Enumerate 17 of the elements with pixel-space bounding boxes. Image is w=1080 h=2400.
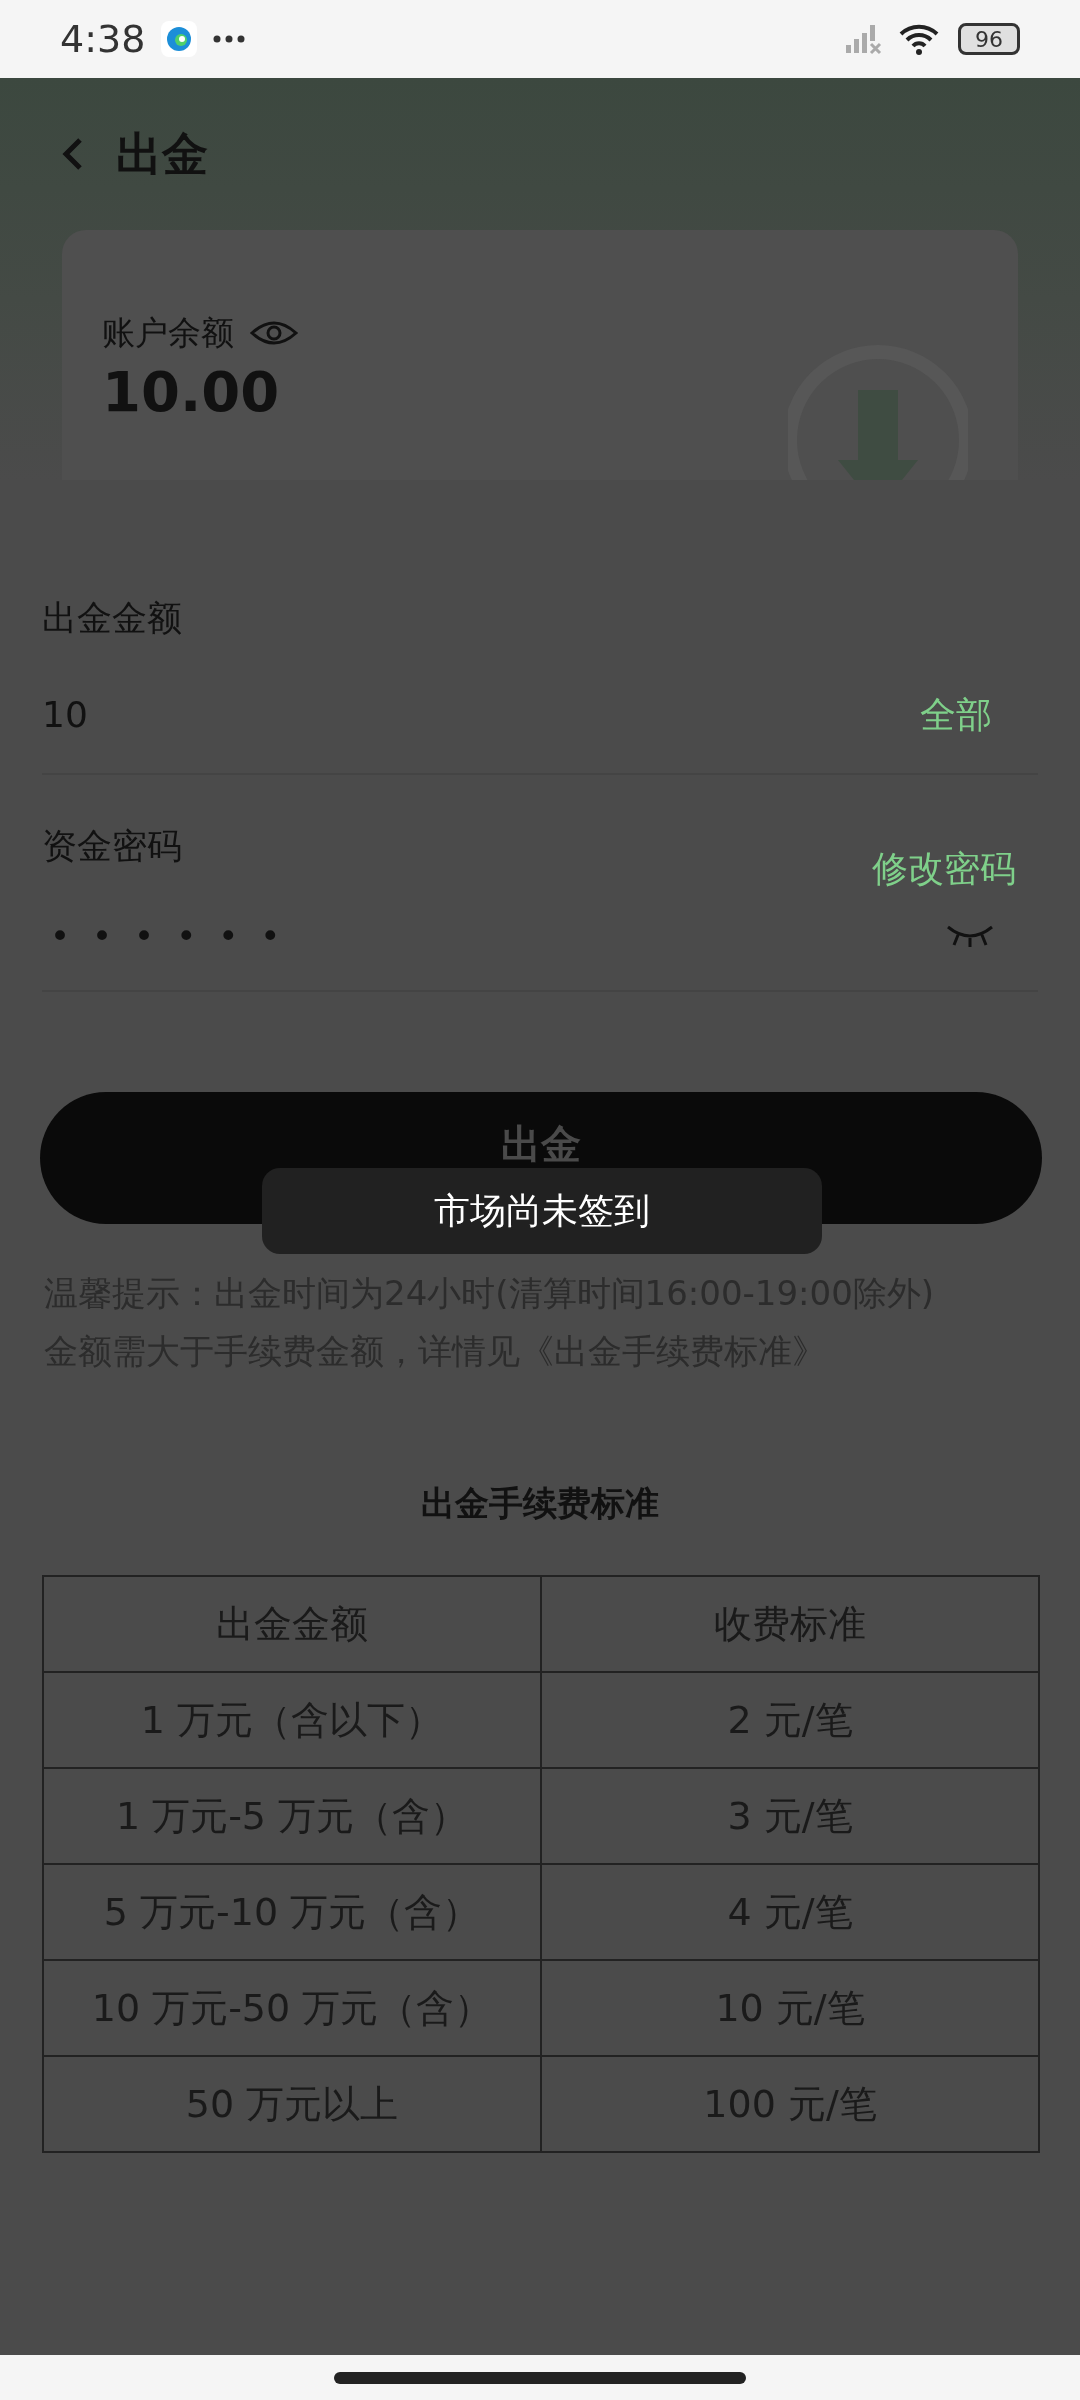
page-title: 出金: [116, 125, 208, 183]
field-label: 资金密码: [42, 824, 182, 868]
change-password-link[interactable]: 修改密码: [872, 842, 1016, 896]
all-link[interactable]: 全部: [920, 687, 992, 742]
balance-amount: 10.00: [102, 357, 281, 425]
balance-label: 账户余额: [102, 312, 234, 354]
signal-icon: [846, 23, 882, 55]
browser-app-icon: [161, 21, 198, 57]
table-title: 出金手续费标准: [420, 1482, 660, 1525]
field-label: 出金金额: [42, 597, 183, 640]
password-input[interactable]: ••••••: [42, 910, 303, 962]
more-icon: [213, 33, 246, 45]
eye-closed-icon: [946, 923, 994, 949]
toast-message: 市场尚未签到: [262, 1168, 822, 1254]
clock-text: 4:38: [60, 15, 146, 63]
amount-input[interactable]: 10: [42, 687, 342, 742]
battery-indicator: 96: [958, 23, 1020, 55]
